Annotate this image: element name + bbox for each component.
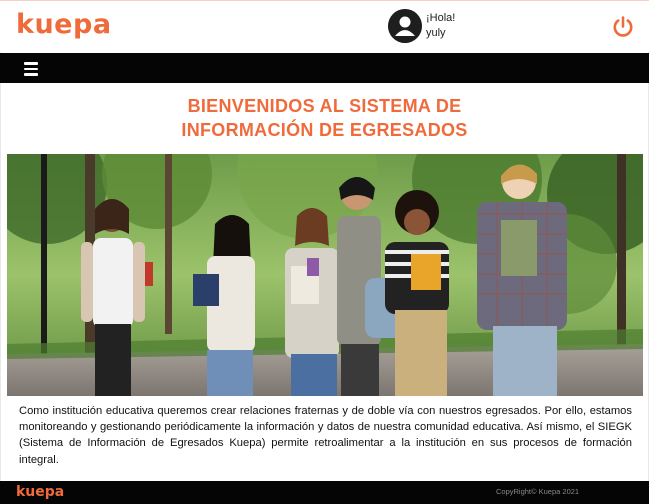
greeting-label: ¡Hola!: [426, 12, 456, 24]
page-title: BIENVENIDOS AL SISTEMA DE INFORMACIÓN DE…: [0, 94, 649, 142]
nav-bar: [0, 53, 649, 83]
students-photo: [7, 154, 643, 396]
greeting-text: ¡Hola! yuly: [426, 11, 455, 41]
user-greeting: ¡Hola! yuly: [388, 9, 455, 43]
copyright-text: CopyRight© Kuepa 2021: [496, 487, 580, 496]
top-header: kuepa ¡Hola! yuly: [0, 0, 649, 52]
title-line-2: INFORMACIÓN DE EGRESADOS: [181, 120, 468, 140]
user-avatar-icon[interactable]: [388, 9, 422, 43]
power-icon[interactable]: [611, 15, 635, 39]
footer-bar: kuepa CopyRight© Kuepa 2021: [0, 481, 649, 504]
user-name: yuly: [426, 27, 446, 39]
description-text: Como institución educativa queremos crea…: [19, 405, 632, 466]
footer-brand-logo: kuepa: [16, 484, 65, 500]
brand-logo[interactable]: kuepa: [16, 9, 112, 41]
title-line-1: BIENVENIDOS AL SISTEMA DE: [187, 96, 462, 116]
hamburger-menu-icon[interactable]: [24, 62, 38, 76]
